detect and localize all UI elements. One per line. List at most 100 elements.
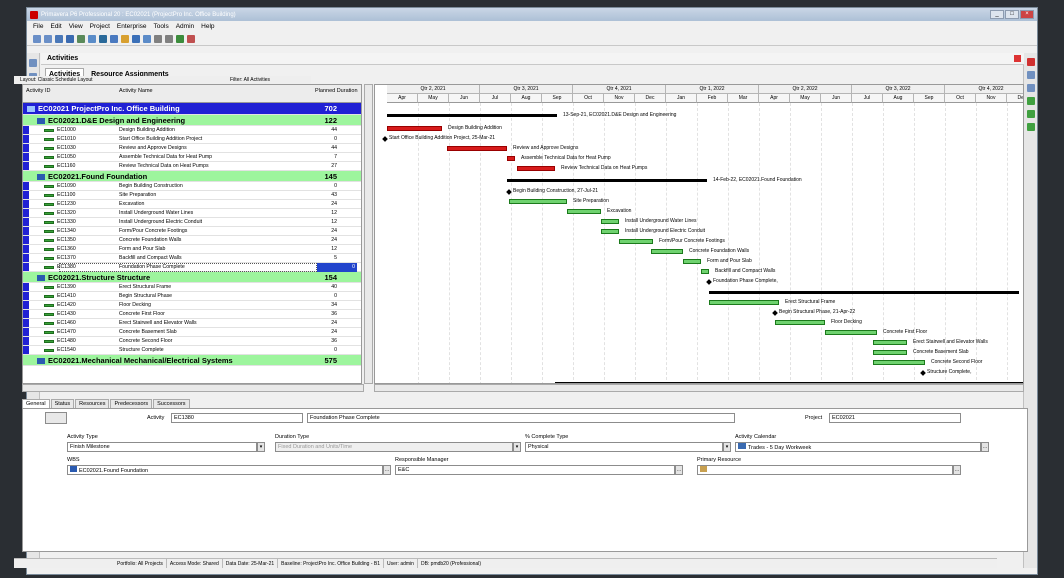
table-row[interactable]: EC1470 Concrete Basement Slab 24 (23, 328, 361, 337)
col-activity-name[interactable]: Activity Name (119, 88, 153, 94)
browse-calendar-button[interactable]: … (981, 442, 989, 452)
menu-file[interactable]: File (33, 23, 43, 30)
wbs-row[interactable]: EC02021.Mechanical Mechanical/Electrical… (23, 355, 361, 366)
minimize-button[interactable]: _ (990, 10, 1004, 19)
chevron-down-icon[interactable]: ▾ (513, 442, 521, 452)
row-selector[interactable] (23, 182, 29, 190)
primary-resource-field[interactable] (697, 465, 953, 475)
close-panel-icon[interactable] (1027, 58, 1035, 66)
table-row[interactable]: EC1340 Form/Pour Concrete Footings 24 (23, 227, 361, 236)
activity-name-field[interactable]: Foundation Phase Complete (307, 413, 735, 423)
activity-bar[interactable] (651, 249, 683, 254)
table-row[interactable]: EC1050 Assemble Technical Data for Heat P… (23, 153, 361, 162)
menu-edit[interactable]: Edit (50, 23, 61, 30)
row-selector[interactable] (23, 245, 29, 253)
activity-type-select[interactable]: Finish Milestone (67, 442, 257, 452)
activity-calendar-field[interactable]: Trades - 5 Day Workweek (735, 442, 981, 452)
row-selector[interactable] (23, 200, 29, 208)
wbs-field[interactable]: EC02021.Found Foundation (67, 465, 383, 475)
wbs-row[interactable]: EC02021.Structure Structure 154 (23, 272, 361, 283)
wbs-summary-bar[interactable] (387, 114, 557, 117)
activity-bar[interactable] (619, 239, 653, 244)
row-selector[interactable] (23, 337, 29, 345)
critical-activity-bar[interactable] (507, 156, 515, 161)
table-row[interactable]: EC1360 Form and Pour Slab 12 (23, 245, 361, 254)
schedule-icon[interactable] (110, 34, 118, 43)
activity-bar[interactable] (825, 330, 877, 335)
activity-bar[interactable] (873, 360, 925, 365)
row-selector[interactable] (23, 310, 29, 318)
prev-next-stepper[interactable] (45, 412, 67, 424)
move-up-icon[interactable] (1027, 71, 1035, 79)
assign-icon[interactable] (1027, 123, 1035, 131)
row-selector[interactable] (23, 283, 29, 291)
table-row[interactable]: EC1030 Review and Approve Designs 44 (23, 144, 361, 153)
row-selector[interactable] (23, 301, 29, 309)
link-icon[interactable] (1027, 97, 1035, 105)
row-selector[interactable] (23, 209, 29, 217)
col-planned-duration[interactable]: Planned Duration (315, 88, 358, 94)
table-row[interactable]: EC1410 Begin Structural Phase 0 (23, 292, 361, 301)
milestone-marker[interactable] (382, 136, 388, 142)
table-row[interactable]: EC1000 Design Building Addition 44 (23, 126, 361, 135)
activity-bar[interactable] (567, 209, 601, 214)
table-row[interactable]: EC1540 Structure Complete 0 (23, 346, 361, 355)
row-selector[interactable] (23, 254, 29, 262)
table-vertical-scrollbar[interactable] (364, 84, 373, 384)
activity-bar[interactable] (775, 320, 825, 325)
table-row[interactable]: EC1390 Erect Structural Frame 40 (23, 283, 361, 292)
row-selector[interactable] (23, 263, 29, 271)
table-row[interactable]: EC1420 Floor Decking 34 (23, 301, 361, 310)
row-selector[interactable] (23, 346, 29, 354)
table-row[interactable]: EC1090 Begin Building Construction 0 (23, 182, 361, 191)
wbs-row[interactable]: EC02021.Found Foundation 145 (23, 171, 361, 182)
level-icon[interactable] (121, 34, 129, 43)
row-selector[interactable] (23, 218, 29, 226)
table-row[interactable]: EC1380 Foundation Phase Complete 0 (23, 263, 361, 272)
menu-enterprise[interactable]: Enterprise (117, 23, 147, 30)
critical-activity-bar[interactable] (387, 126, 442, 131)
browse-resource-button[interactable]: … (953, 465, 961, 475)
wbs-summary-bar[interactable] (709, 291, 1019, 294)
table-row[interactable]: EC1320 Install Underground Water Lines 12 (23, 209, 361, 218)
table-row[interactable]: EC1430 Concrete First Floor 36 (23, 310, 361, 319)
activity-bar[interactable] (601, 229, 619, 234)
row-selector[interactable] (23, 292, 29, 300)
table-row[interactable]: EC1010 Start Office Building Addition Pro… (23, 135, 361, 144)
col-activity-id[interactable]: Activity ID (26, 88, 50, 94)
menu-project[interactable]: Project (90, 23, 110, 30)
row-selector[interactable] (23, 153, 29, 161)
filter-icon[interactable] (77, 34, 85, 43)
menu-help[interactable]: Help (201, 23, 214, 30)
duration-type-select[interactable]: Fixed Duration and Units/Time (275, 442, 513, 452)
table-row[interactable]: EC1350 Concrete Foundation Walls 24 (23, 236, 361, 245)
table-row[interactable]: EC1480 Concrete Second Floor 36 (23, 337, 361, 346)
columns-icon[interactable] (66, 34, 74, 43)
row-selector[interactable] (23, 328, 29, 336)
activity-bar[interactable] (683, 259, 701, 264)
critical-activity-bar[interactable] (447, 146, 507, 151)
table-row[interactable]: EC1330 Install Underground Electric Condu… (23, 218, 361, 227)
refresh-icon[interactable] (176, 34, 184, 43)
activity-bar[interactable] (873, 350, 907, 355)
close-button[interactable]: × (1020, 10, 1034, 19)
delete-icon[interactable] (143, 34, 151, 43)
browse-wbs-button[interactable]: … (383, 465, 391, 475)
activity-bar[interactable] (873, 340, 907, 345)
activity-bar[interactable] (701, 269, 709, 274)
critical-activity-bar[interactable] (517, 166, 555, 171)
table-row[interactable]: EC1370 Backfill and Compact Walls 5 (23, 254, 361, 263)
unlink-icon[interactable] (1027, 110, 1035, 118)
project-field[interactable]: EC02021 (829, 413, 961, 423)
group-icon[interactable] (88, 34, 96, 43)
row-selector[interactable] (23, 319, 29, 327)
responsible-manager-field[interactable]: E&C (395, 465, 675, 475)
zoom-in-icon[interactable] (154, 34, 162, 43)
wbs-row[interactable]: EC02021.D&E Design and Engineering 122 (23, 115, 361, 126)
maximize-button[interactable]: □ (1005, 10, 1019, 19)
table-row[interactable]: EC1100 Site Preparation 43 (23, 191, 361, 200)
activity-bar[interactable] (509, 199, 567, 204)
print-icon[interactable] (187, 34, 195, 43)
chevron-down-icon[interactable]: ▾ (723, 442, 731, 452)
row-selector[interactable] (23, 191, 29, 199)
